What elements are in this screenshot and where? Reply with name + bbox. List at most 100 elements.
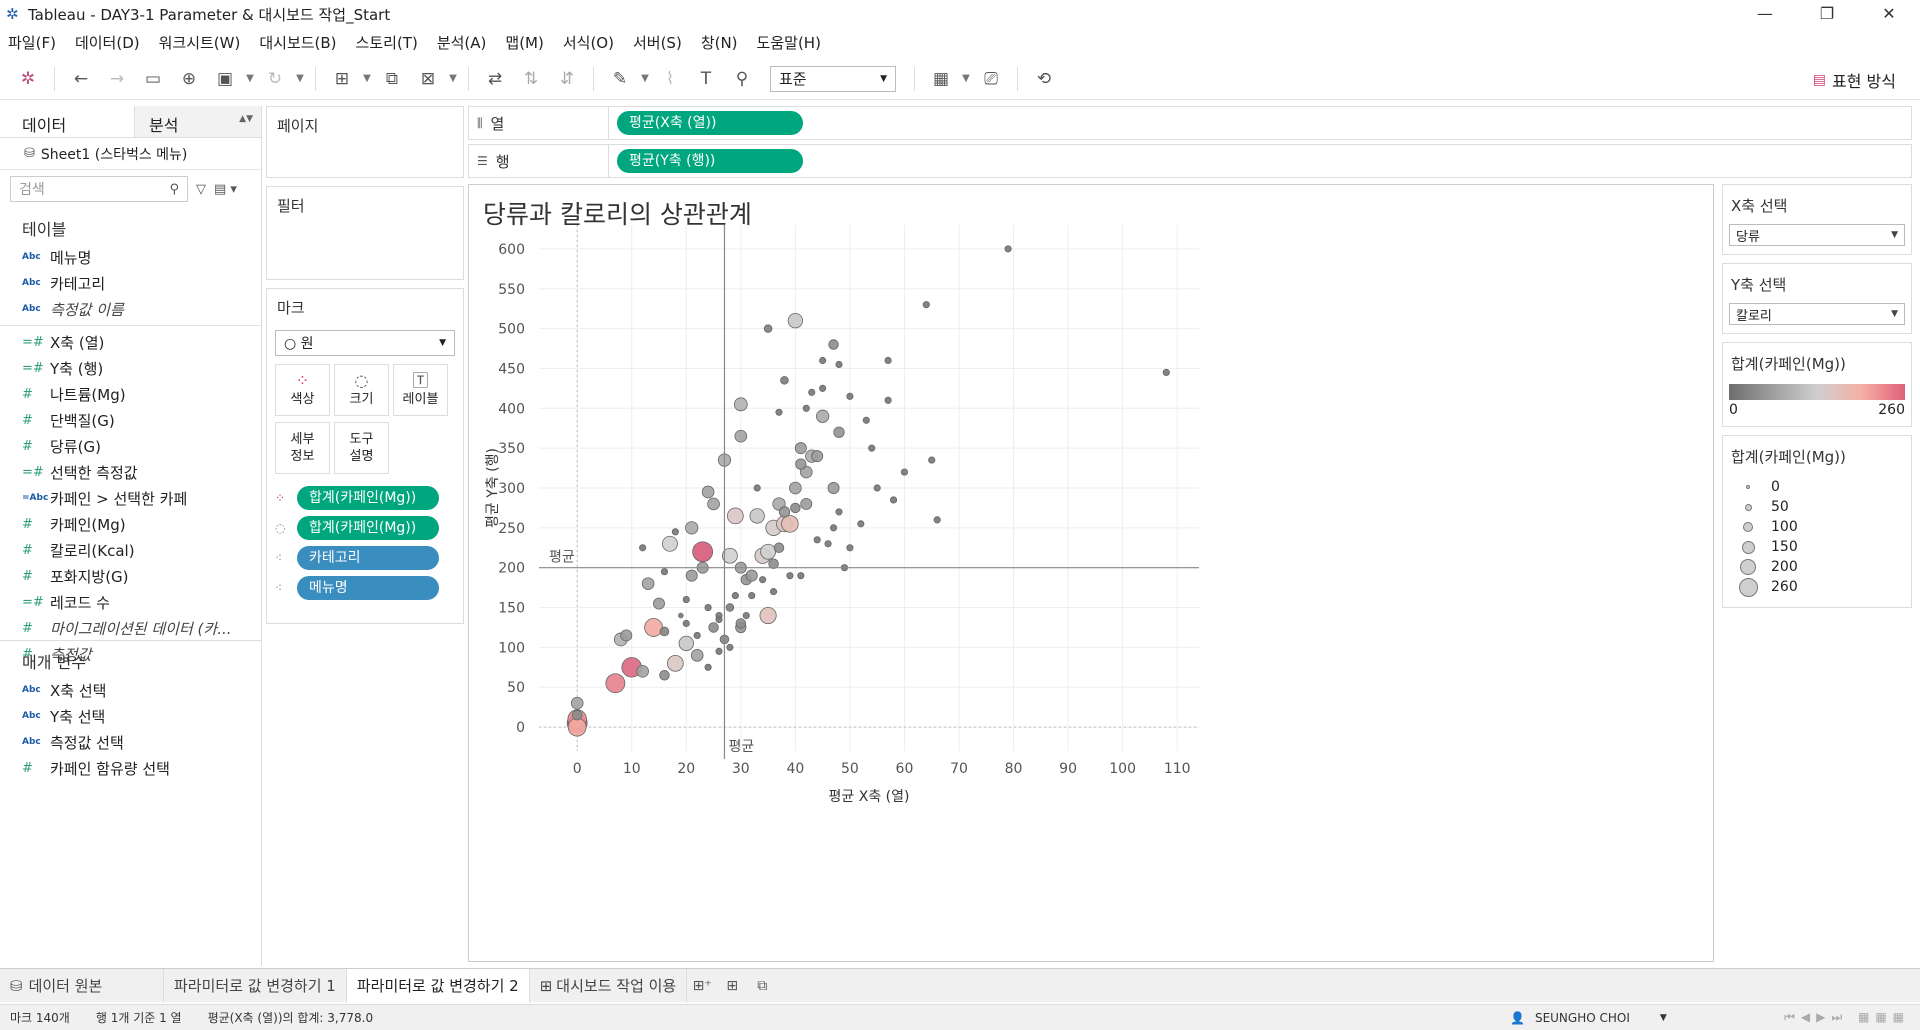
detail-pill-menu[interactable]: 메뉴명 [297, 576, 439, 600]
data-point[interactable] [682, 619, 690, 628]
mark-label-button[interactable]: 🅃 레이블 [393, 364, 448, 416]
data-point[interactable] [884, 396, 892, 404]
measure-field[interactable]: # 당류(G) [0, 433, 261, 459]
menu-format[interactable]: 서식(O) [563, 32, 614, 53]
menu-file[interactable]: 파일(F) [8, 32, 56, 53]
datasource-tab[interactable]: ⛁ 데이터 원본 [0, 968, 164, 1003]
data-point[interactable] [753, 484, 761, 492]
data-point[interactable] [733, 397, 748, 412]
menu-story[interactable]: 스토리(T) [356, 32, 418, 53]
chevron-down-icon[interactable]: ▼ [448, 67, 458, 91]
minimize-button[interactable]: — [1734, 0, 1796, 28]
data-point[interactable] [833, 426, 845, 438]
data-point[interactable] [620, 629, 633, 642]
data-point[interactable] [900, 468, 909, 476]
data-point[interactable] [704, 663, 712, 671]
data-point[interactable] [775, 408, 783, 416]
columns-shelf[interactable]: ⫼ 열 평균(X축 (열)) [468, 106, 1912, 140]
data-point[interactable] [922, 301, 930, 309]
swap-axes-icon[interactable]: ⇄ [483, 67, 507, 91]
parameter-field[interactable]: Abc Y축 선택 [0, 703, 262, 729]
data-point[interactable] [790, 502, 801, 514]
sheet-navigation[interactable]: ⏮◀▶⏭ ▦▦▦ [1784, 1010, 1910, 1025]
measure-field[interactable]: =# Y축 (행) [0, 355, 261, 381]
data-point[interactable] [653, 597, 665, 610]
data-point[interactable] [835, 360, 843, 369]
data-point[interactable] [829, 524, 838, 532]
menu-data[interactable]: 데이터(D) [75, 32, 140, 53]
data-point[interactable] [769, 588, 778, 596]
data-point[interactable] [701, 485, 715, 499]
measure-field[interactable]: =# 레코드 수 [0, 589, 261, 615]
data-point[interactable] [794, 442, 807, 455]
group-icon[interactable]: ⌇ [658, 67, 682, 91]
data-point[interactable] [811, 450, 824, 463]
dimension-field[interactable]: Abc 측정값 이름 [0, 296, 261, 322]
data-point[interactable] [659, 626, 670, 637]
datasource-item[interactable]: ⛁ Sheet1 (스타벅스 메뉴) [0, 138, 261, 170]
menu-worksheet[interactable]: 워크시트(W) [159, 32, 241, 53]
size-pill[interactable]: 합계(카페인(Mg)) [297, 516, 439, 540]
data-point[interactable] [781, 515, 799, 533]
data-point[interactable] [682, 596, 690, 604]
data-point[interactable] [857, 520, 865, 528]
size-legend-item[interactable]: 50 [1733, 497, 1901, 517]
data-point[interactable] [763, 324, 773, 333]
data-point[interactable] [677, 612, 684, 619]
data-point[interactable] [800, 497, 813, 510]
filters-card[interactable]: 필터 [266, 186, 464, 280]
color-pill[interactable]: 합계(카페인(Mg)) [297, 486, 439, 510]
data-point[interactable] [827, 482, 840, 494]
new-worksheet-icon[interactable]: ⊞⁺ [687, 978, 717, 994]
data-point[interactable] [928, 456, 936, 464]
color-legend[interactable]: 합계(카페인(Mg)) 0 260 [1722, 342, 1912, 427]
data-point[interactable] [789, 481, 802, 495]
dimension-field[interactable]: Abc 메뉴명 [0, 244, 261, 270]
data-point[interactable] [846, 392, 854, 400]
data-point[interactable] [787, 312, 804, 329]
data-point[interactable] [745, 569, 758, 582]
mark-size-button[interactable]: ◌ 크기 [334, 364, 389, 416]
data-point[interactable] [715, 647, 723, 655]
data-point[interactable] [873, 484, 881, 492]
detail-pill-category[interactable]: 카테고리 [297, 546, 439, 570]
data-point[interactable] [786, 572, 794, 580]
data-point[interactable] [824, 540, 832, 548]
size-legend-item[interactable]: 0 [1733, 477, 1901, 497]
dimension-field[interactable]: Abc 카테고리 [0, 270, 261, 296]
new-worksheet-icon[interactable]: ⊞ [330, 67, 354, 91]
data-point[interactable] [808, 388, 816, 396]
data-point[interactable] [862, 416, 870, 424]
redo-icon[interactable]: → [105, 67, 129, 91]
data-point[interactable] [726, 643, 734, 651]
close-button[interactable]: ✕ [1858, 0, 1920, 28]
data-point[interactable] [671, 528, 679, 536]
data-point[interactable] [636, 664, 649, 678]
chevron-down-icon[interactable]: ▼ [245, 67, 255, 91]
data-point[interactable] [685, 521, 699, 535]
clear-sheet-icon[interactable]: ⊠ [416, 67, 440, 91]
data-point[interactable] [768, 558, 779, 569]
size-legend-item[interactable]: 200 [1733, 557, 1901, 577]
rows-pill[interactable]: 평균(Y축 (행)) [617, 149, 803, 173]
measure-field[interactable]: # 포화지방(G) [0, 563, 261, 589]
highlight-icon[interactable]: ✎ [608, 67, 632, 91]
new-story-icon[interactable]: ⧉ [747, 978, 777, 994]
data-point[interactable] [707, 497, 720, 511]
save-icon[interactable]: ▭ [141, 67, 165, 91]
new-dashboard-icon[interactable]: ⊞ [717, 978, 747, 994]
data-point[interactable] [828, 339, 839, 350]
data-point[interactable] [704, 603, 712, 612]
data-point[interactable] [889, 496, 898, 504]
refresh-icon[interactable]: ↻ [263, 67, 287, 91]
tableau-home-icon[interactable]: ✲ [16, 67, 40, 91]
size-legend-item[interactable]: 100 [1733, 517, 1901, 537]
data-point[interactable] [846, 544, 854, 552]
parameter-field[interactable]: Abc 측정값 선택 [0, 729, 262, 755]
menu-map[interactable]: 맵(M) [505, 32, 543, 53]
measure-field[interactable]: # 마이그레이션된 데이터 (카... [0, 615, 261, 641]
maximize-button[interactable]: ❐ [1796, 0, 1858, 28]
sheet-tab-2[interactable]: 파라미터로 값 변경하기 2 [346, 968, 530, 1003]
tab-data[interactable]: 데이터 [0, 106, 134, 137]
data-point[interactable] [759, 576, 767, 584]
